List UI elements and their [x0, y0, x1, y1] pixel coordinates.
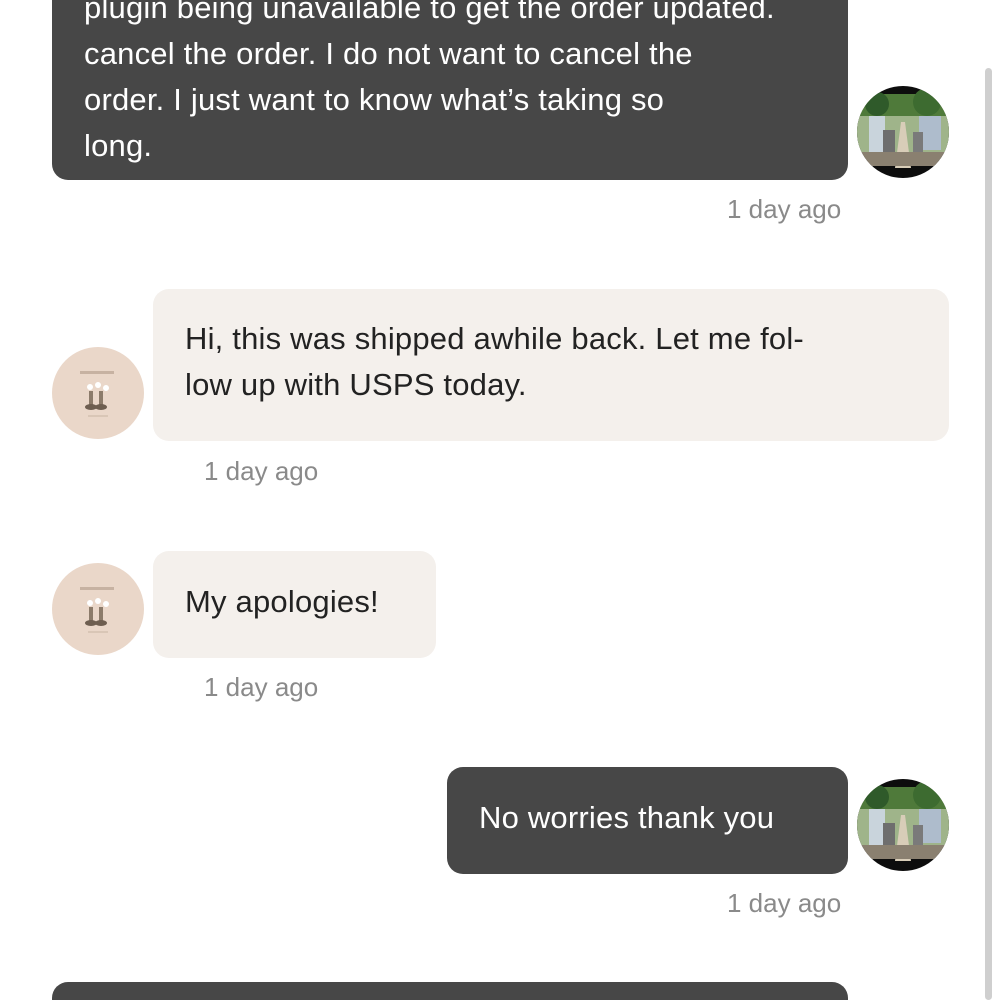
user-avatar[interactable] [857, 86, 949, 178]
scrollbar[interactable] [985, 68, 992, 1000]
message-text-partial-line: plugin being unavailable to get the orde… [84, 0, 775, 25]
message-bubble-outgoing: plugin being unavailable to get the orde… [52, 0, 848, 180]
message-timestamp: 1 day ago [727, 888, 842, 918]
message-text-line: low up with USPS today. [185, 367, 527, 402]
message-thread: plugin being unavailable to get the orde… [0, 0, 1000, 1000]
street-photo-icon [857, 86, 949, 178]
user-avatar[interactable] [857, 779, 949, 871]
shop-logo-icon [52, 347, 144, 439]
message-timestamp: 1 day ago [727, 194, 842, 224]
message-text-line: Hi, this was shipped awhile back. Let me… [185, 321, 804, 356]
message-text-line: order. I just want to know what’s taking… [84, 82, 665, 117]
message-text-line: No worries thank you [479, 800, 775, 835]
message-bubble-outgoing [52, 982, 848, 1000]
message-text-line: cancel the order. I do not want to cance… [84, 36, 693, 71]
street-photo-icon [857, 779, 949, 871]
message-timestamp: 1 day ago [204, 456, 319, 486]
message-bubble-incoming: My apologies! [153, 551, 436, 658]
message-text-line: My apologies! [185, 584, 379, 619]
message-text-line: long. [84, 128, 153, 163]
shop-logo-icon [52, 563, 144, 655]
message-bubble-incoming: Hi, this was shipped awhile back. Let me… [153, 289, 949, 441]
message-timestamp: 1 day ago [204, 672, 319, 702]
shop-avatar[interactable] [52, 563, 144, 655]
message-bubble-outgoing: No worries thank you [447, 767, 848, 874]
shop-avatar[interactable] [52, 347, 144, 439]
